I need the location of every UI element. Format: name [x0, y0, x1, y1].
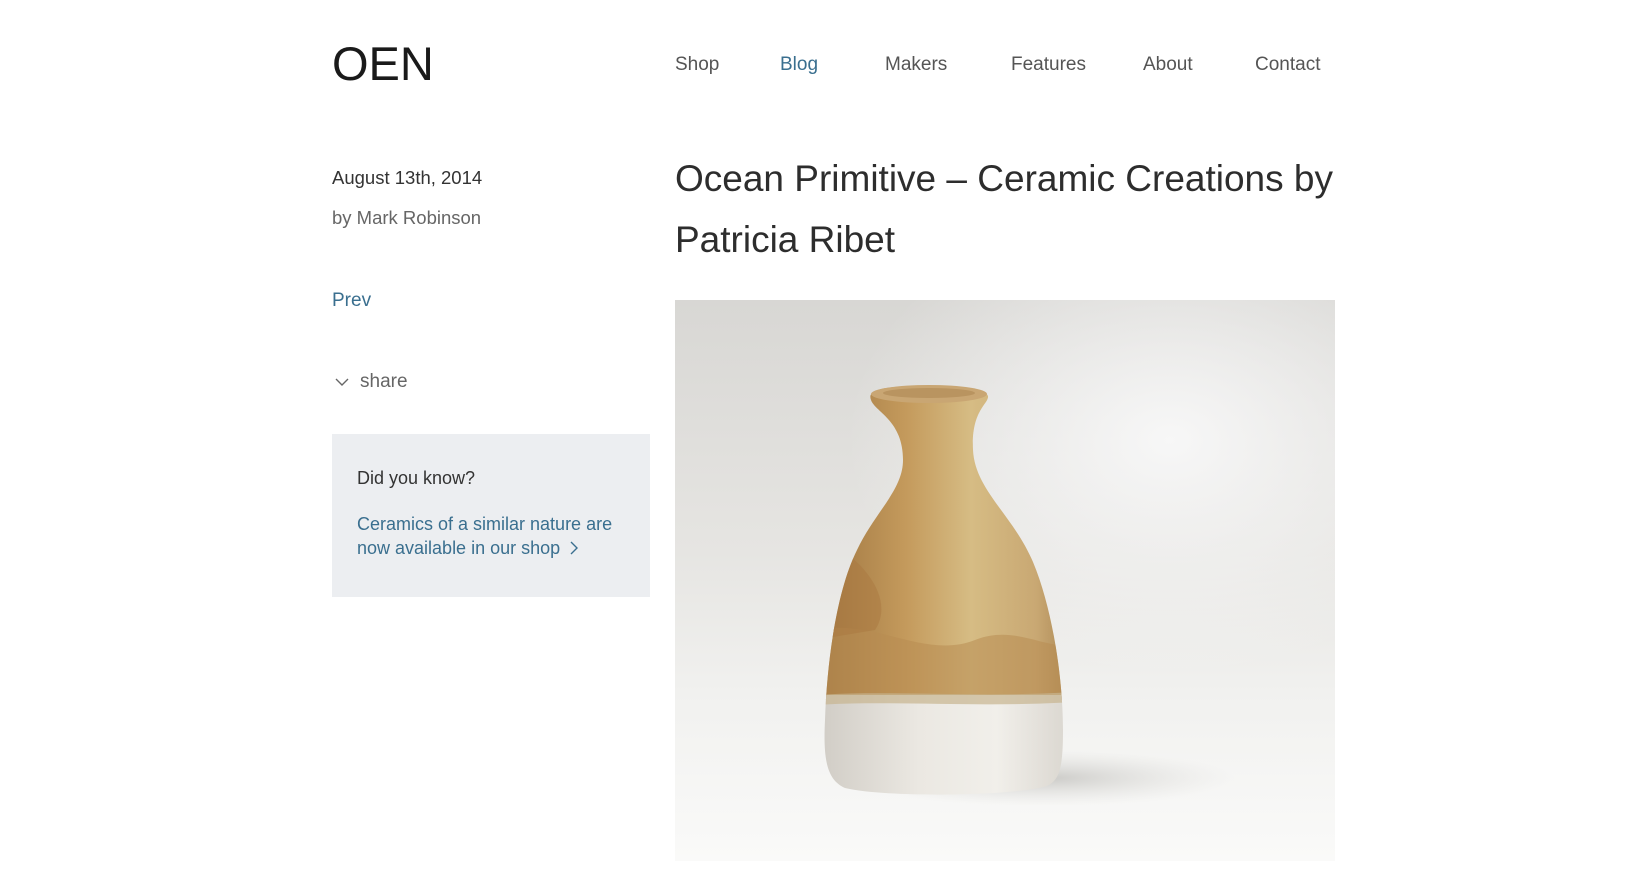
share-label: share: [360, 371, 408, 392]
nav-item-about[interactable]: About: [1143, 54, 1193, 76]
chevron-down-icon: [334, 374, 350, 390]
nav-item-blog[interactable]: Blog: [780, 54, 818, 76]
article-hero-image: [675, 300, 1335, 861]
site-logo[interactable]: OEN: [332, 40, 434, 87]
ceramic-vase-illustration: [824, 385, 1235, 806]
post-date: August 13th, 2014: [332, 167, 483, 188]
info-box-title: Did you know?: [357, 468, 476, 488]
nav-item-shop[interactable]: Shop: [675, 54, 719, 76]
page: OEN Shop Blog Makers Features About Cont…: [0, 0, 1647, 884]
did-you-know-box: Did you know? Ceramics of a similar natu…: [332, 434, 650, 597]
post-author: by Mark Robinson: [332, 207, 482, 228]
article-title: Ocean Primitive – Ceramic Creations by P…: [675, 158, 1333, 260]
nav-item-makers[interactable]: Makers: [885, 54, 947, 76]
nav-item-contact[interactable]: Contact: [1255, 54, 1320, 76]
shop-promo-link[interactable]: Ceramics of a similar nature are now ava…: [357, 512, 622, 560]
chevron-right-icon: [568, 538, 580, 555]
prev-link[interactable]: Prev: [332, 290, 371, 312]
share-toggle[interactable]: share: [334, 370, 408, 394]
nav-item-features[interactable]: Features: [1011, 54, 1086, 76]
